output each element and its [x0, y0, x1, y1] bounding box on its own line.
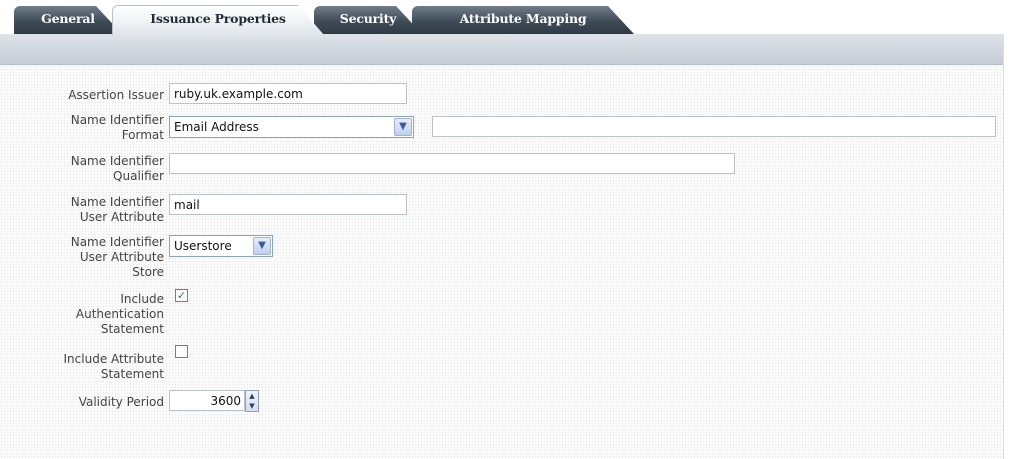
name-id-user-attribute-store-label-line2: User Attribute [79, 250, 164, 264]
tab-attribute-mapping[interactable]: Attribute Mapping [412, 6, 634, 34]
name-id-user-attribute-store-label-line1: Name Identifier [70, 235, 164, 249]
vertical-scrollbar[interactable] [1003, 34, 1019, 459]
tab-issuance-properties-label: Issuance Properties [150, 11, 286, 26]
name-id-user-attribute-label: Name Identifier User Attribute [71, 195, 164, 225]
spinner-up-arrow-icon[interactable]: ▲ [246, 391, 258, 401]
name-id-user-attribute-input[interactable]: mail [169, 194, 407, 215]
tab-attribute-mapping-label: Attribute Mapping [459, 11, 587, 26]
name-id-qualifier-label-line1: Name Identifier [70, 154, 164, 168]
name-id-format-extra-input[interactable] [432, 116, 996, 137]
tab-issuance-properties[interactable]: Issuance Properties [112, 5, 324, 35]
name-id-format-label-line1: Name Identifier [70, 113, 164, 127]
name-id-user-attribute-store-selected: Userstore [174, 239, 232, 253]
name-id-format-selected: Email Address [174, 120, 259, 134]
include-auth-statement-checkbox[interactable]: ✓ [175, 289, 188, 302]
panel-header-band [0, 34, 1004, 65]
include-auth-statement-label-line3: Statement [100, 322, 164, 336]
chevron-down-icon[interactable]: ▼ [394, 118, 412, 136]
tab-security[interactable]: Security [314, 6, 422, 34]
name-id-format-label: Name Identifier Format [71, 113, 164, 143]
include-attribute-statement-label-line2: Statement [100, 367, 164, 381]
include-auth-statement-label-line1: Include [120, 292, 164, 306]
spinner-arrows-icon[interactable]: ▲ ▼ [245, 390, 259, 412]
tab-security-label: Security [339, 11, 397, 26]
checkmark-icon: ✓ [176, 289, 187, 302]
spinner-down-arrow-icon[interactable]: ▼ [246, 401, 258, 411]
name-id-user-attribute-label-line2: User Attribute [79, 210, 164, 224]
include-auth-statement-label: Include Authentication Statement [76, 292, 164, 337]
tab-general[interactable]: General [14, 6, 122, 34]
assertion-issuer-input[interactable]: ruby.uk.example.com [169, 83, 407, 104]
validity-period-label: Validity Period [78, 395, 164, 409]
name-id-format-label-line2: Format [121, 128, 164, 142]
name-id-user-attribute-store-label-line3: Store [132, 265, 164, 279]
assertion-issuer-label: Assertion Issuer [68, 88, 164, 102]
include-attribute-statement-label: Include Attribute Statement [64, 352, 164, 382]
name-id-user-attribute-store-label: Name Identifier User Attribute Store [71, 235, 164, 280]
include-attribute-statement-checkbox[interactable] [175, 345, 188, 358]
include-attribute-statement-label-line1: Include Attribute [63, 352, 164, 366]
name-id-qualifier-input[interactable] [169, 153, 735, 174]
name-id-qualifier-label-line2: Qualifier [113, 169, 164, 183]
validity-period-input[interactable]: 3600 [169, 390, 245, 411]
chevron-down-icon[interactable]: ▼ [253, 237, 271, 255]
tab-strip: General Issuance Properties Security Att… [0, 0, 1019, 34]
name-id-format-select[interactable]: Email Address ▼ [169, 116, 414, 138]
tab-general-label: General [41, 11, 95, 26]
include-auth-statement-label-line2: Authentication [75, 307, 164, 321]
name-id-user-attribute-label-line1: Name Identifier [70, 195, 164, 209]
name-id-user-attribute-store-select[interactable]: Userstore ▼ [169, 235, 273, 257]
name-id-qualifier-label: Name Identifier Qualifier [71, 154, 164, 184]
